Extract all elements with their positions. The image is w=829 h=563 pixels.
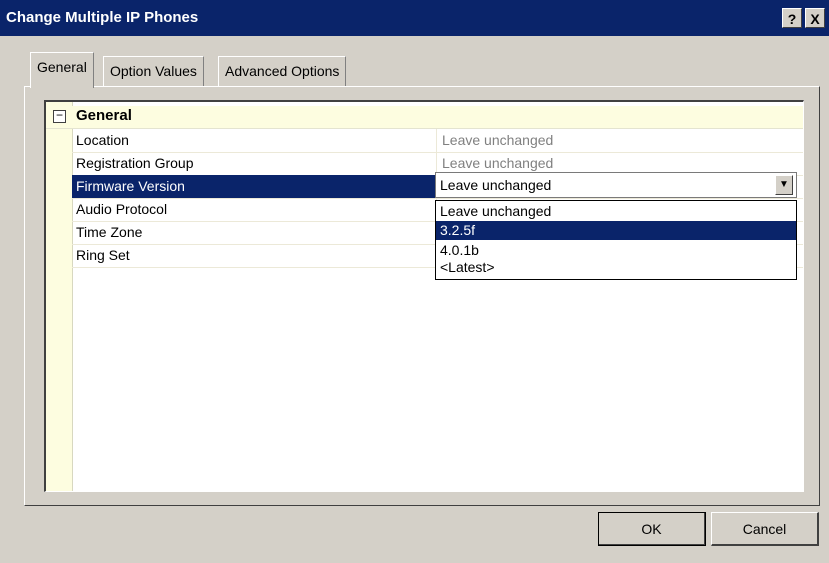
- tab-option-values[interactable]: Option Values: [103, 56, 204, 86]
- category-label: General: [76, 107, 132, 124]
- help-button[interactable]: ?: [782, 8, 802, 28]
- property-value: Leave unchanged: [442, 132, 554, 148]
- cancel-button[interactable]: Cancel: [711, 512, 819, 546]
- property-name: Audio Protocol: [76, 201, 168, 217]
- category-row-general: − General: [46, 106, 803, 129]
- property-name: Location: [76, 132, 129, 148]
- property-value: Leave unchanged: [442, 155, 554, 171]
- property-name: Ring Set: [76, 247, 130, 263]
- firmware-version-dropdown-list: Leave unchanged 3.2.5f 4.0.1b <Latest>: [435, 200, 797, 280]
- grid-gutter: [46, 102, 73, 491]
- window-title: Change Multiple IP Phones: [6, 9, 199, 26]
- option-leave-unchanged[interactable]: Leave unchanged: [436, 202, 796, 221]
- option-4-0-1b[interactable]: 4.0.1b: [436, 241, 796, 260]
- property-row-location[interactable]: Location Leave unchanged: [72, 129, 803, 153]
- tab-advanced-options[interactable]: Advanced Options: [218, 56, 347, 86]
- firmware-version-combobox[interactable]: Leave unchanged ▼: [435, 172, 797, 198]
- property-name: Registration Group: [76, 155, 194, 171]
- tab-general[interactable]: General: [30, 52, 94, 88]
- combobox-value: Leave unchanged: [440, 177, 552, 193]
- title-bar: Change Multiple IP Phones ? X: [0, 0, 829, 36]
- option-latest[interactable]: <Latest>: [436, 259, 796, 278]
- property-name: Time Zone: [76, 224, 143, 240]
- property-name: Firmware Version: [76, 178, 185, 194]
- option-3-2-5f[interactable]: 3.2.5f: [436, 221, 796, 240]
- ok-button[interactable]: OK: [598, 512, 706, 546]
- property-grid: − General Location Leave unchanged Regis…: [44, 100, 804, 492]
- collapse-icon[interactable]: −: [53, 109, 66, 123]
- close-button[interactable]: X: [805, 8, 825, 28]
- chevron-down-icon[interactable]: ▼: [775, 175, 793, 195]
